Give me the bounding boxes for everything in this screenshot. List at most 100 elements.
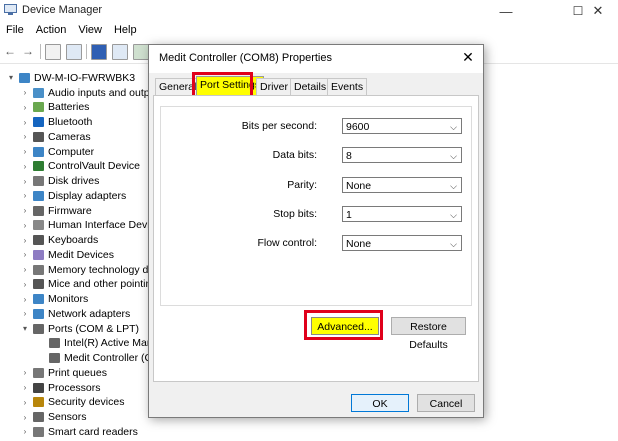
chevron-right-icon[interactable]: › xyxy=(20,398,30,407)
tab-events[interactable]: Events xyxy=(327,78,368,96)
tree-category-item[interactable]: › Display adapters xyxy=(20,188,127,203)
chevron-right-icon[interactable]: › xyxy=(20,250,30,259)
tree-item-label: Print queues xyxy=(48,366,107,379)
forward-arrow-icon[interactable]: → xyxy=(22,44,36,58)
chevron-down-icon[interactable]: ▾ xyxy=(20,324,30,333)
tree-category-item[interactable]: › Cameras xyxy=(20,129,91,144)
tab-driver[interactable]: Driver xyxy=(256,78,292,96)
computer-icon xyxy=(19,72,30,83)
tree-category-item[interactable]: › Monitors xyxy=(20,292,89,307)
device-category-icon xyxy=(33,87,44,98)
device-category-icon xyxy=(49,353,60,363)
device-category-icon xyxy=(33,220,44,231)
chevron-down-icon[interactable]: ▾ xyxy=(6,73,16,82)
tree-category-item[interactable]: › Sensors xyxy=(20,410,87,425)
parity-select[interactable]: None ⌵ xyxy=(342,177,462,193)
chevron-right-icon[interactable]: › xyxy=(20,309,30,318)
bits-per-second-select[interactable]: 9600 ⌵ xyxy=(342,118,462,134)
flow-control-label: Flow control: xyxy=(257,237,317,249)
chevron-right-icon[interactable]: › xyxy=(20,368,30,377)
tree-item-label: Mice and other pointin xyxy=(48,278,152,291)
chevron-right-icon[interactable]: › xyxy=(20,147,30,156)
tree-root[interactable]: ▾ DW-M-IO-FWRWBK3 xyxy=(6,70,135,85)
menu-file[interactable]: File xyxy=(0,22,30,40)
tree-category-item[interactable]: › Security devices xyxy=(20,395,125,410)
menu-view[interactable]: View xyxy=(72,22,108,40)
tree-item-label: Medit Devices xyxy=(48,248,114,261)
back-arrow-icon[interactable]: ← xyxy=(4,44,18,58)
minimize-button[interactable]: — xyxy=(486,0,526,22)
properties-icon[interactable] xyxy=(45,44,61,60)
parity-label: Parity: xyxy=(287,179,317,191)
chevron-right-icon[interactable]: › xyxy=(20,265,30,274)
device-category-icon xyxy=(33,382,44,393)
tree-root-label: DW-M-IO-FWRWBK3 xyxy=(34,71,136,84)
tree-category-item[interactable]: › Computer xyxy=(20,144,94,159)
device-category-icon xyxy=(33,426,44,437)
window-close-button[interactable]: ✕ xyxy=(578,0,618,22)
chevron-right-icon[interactable]: › xyxy=(20,162,30,171)
cancel-button[interactable]: Cancel xyxy=(417,394,475,412)
tree-category-item[interactable]: › Disk drives xyxy=(20,174,100,189)
tree-category-item[interactable]: › Memory technology d xyxy=(20,262,149,277)
data-bits-select[interactable]: 8 ⌵ xyxy=(342,147,462,163)
tree-item-label: Intel(R) Active Mar xyxy=(64,337,151,350)
tree-category-item[interactable]: ▾ Ports (COM & LPT) xyxy=(20,321,139,336)
menu-action[interactable]: Action xyxy=(30,22,73,40)
chevron-right-icon[interactable]: › xyxy=(20,236,30,245)
device-manager-icon xyxy=(4,4,17,15)
chevron-right-icon[interactable]: › xyxy=(20,88,30,97)
update-driver-icon[interactable] xyxy=(133,44,149,60)
help-icon[interactable] xyxy=(91,44,107,60)
chevron-down-icon: ⌵ xyxy=(450,122,457,132)
device-category-icon xyxy=(33,176,44,186)
chevron-right-icon[interactable]: › xyxy=(20,413,30,422)
bits-per-second-value: 9600 xyxy=(346,121,370,133)
tree-child-item[interactable]: Medit Controller (C xyxy=(36,351,152,366)
chevron-down-icon: ⌵ xyxy=(450,239,457,249)
tree-category-item[interactable]: › Print queues xyxy=(20,365,107,380)
show-hidden-icon[interactable] xyxy=(66,44,82,60)
tree-category-item[interactable]: › Network adapters xyxy=(20,306,131,321)
chevron-right-icon[interactable]: › xyxy=(20,132,30,141)
tree-category-item[interactable]: › Processors xyxy=(20,380,101,395)
chevron-right-icon[interactable]: › xyxy=(20,103,30,112)
tree-item-label: Display adapters xyxy=(48,189,127,202)
chevron-right-icon[interactable]: › xyxy=(20,118,30,127)
tree-category-item[interactable]: › Batteries xyxy=(20,100,90,115)
stop-bits-select[interactable]: 1 ⌵ xyxy=(342,206,462,222)
tree-category-item[interactable]: › Firmware xyxy=(20,203,92,218)
chevron-right-icon[interactable]: › xyxy=(20,427,30,436)
tree-category-item[interactable]: › ControlVault Device xyxy=(20,159,140,174)
tree-category-item[interactable]: › Smart card readers xyxy=(20,424,138,439)
tree-item-label: Disk drives xyxy=(48,175,100,187)
menu-help[interactable]: Help xyxy=(108,22,143,40)
restore-defaults-button[interactable]: Restore Defaults xyxy=(391,317,466,351)
chevron-right-icon[interactable]: › xyxy=(20,206,30,215)
stop-bits-label: Stop bits: xyxy=(273,208,317,220)
tree-category-item[interactable]: › Medit Devices xyxy=(20,247,114,262)
tree-child-item[interactable]: Intel(R) Active Mar xyxy=(36,336,150,351)
chevron-right-icon[interactable]: › xyxy=(20,221,30,230)
tree-category-item[interactable]: › Bluetooth xyxy=(20,115,93,130)
flow-control-select[interactable]: None ⌵ xyxy=(342,235,462,251)
tree-category-item[interactable]: › Human Interface Devic xyxy=(20,218,155,233)
tree-category-item[interactable]: › Audio inputs and outp xyxy=(20,85,150,100)
device-category-icon xyxy=(33,102,44,113)
tree-category-item[interactable]: › Keyboards xyxy=(20,233,99,248)
chevron-right-icon[interactable]: › xyxy=(20,280,30,289)
chevron-right-icon[interactable]: › xyxy=(20,191,30,200)
tree-item-label: Cameras xyxy=(48,130,91,143)
scan-hardware-icon[interactable] xyxy=(112,44,128,60)
device-category-icon xyxy=(33,117,44,127)
ok-button[interactable]: OK xyxy=(351,394,409,412)
chevron-right-icon[interactable]: › xyxy=(20,177,30,186)
bits-per-second-label: Bits per second: xyxy=(241,120,317,132)
parity-value: None xyxy=(346,180,372,192)
chevron-right-icon[interactable]: › xyxy=(20,383,30,392)
tab-details[interactable]: Details xyxy=(290,78,331,96)
dialog-close-icon[interactable]: ✕ xyxy=(459,49,477,66)
tree-item-label: Computer xyxy=(48,145,95,158)
chevron-right-icon[interactable]: › xyxy=(20,295,30,304)
tree-category-item[interactable]: › Mice and other pointin xyxy=(20,277,152,292)
